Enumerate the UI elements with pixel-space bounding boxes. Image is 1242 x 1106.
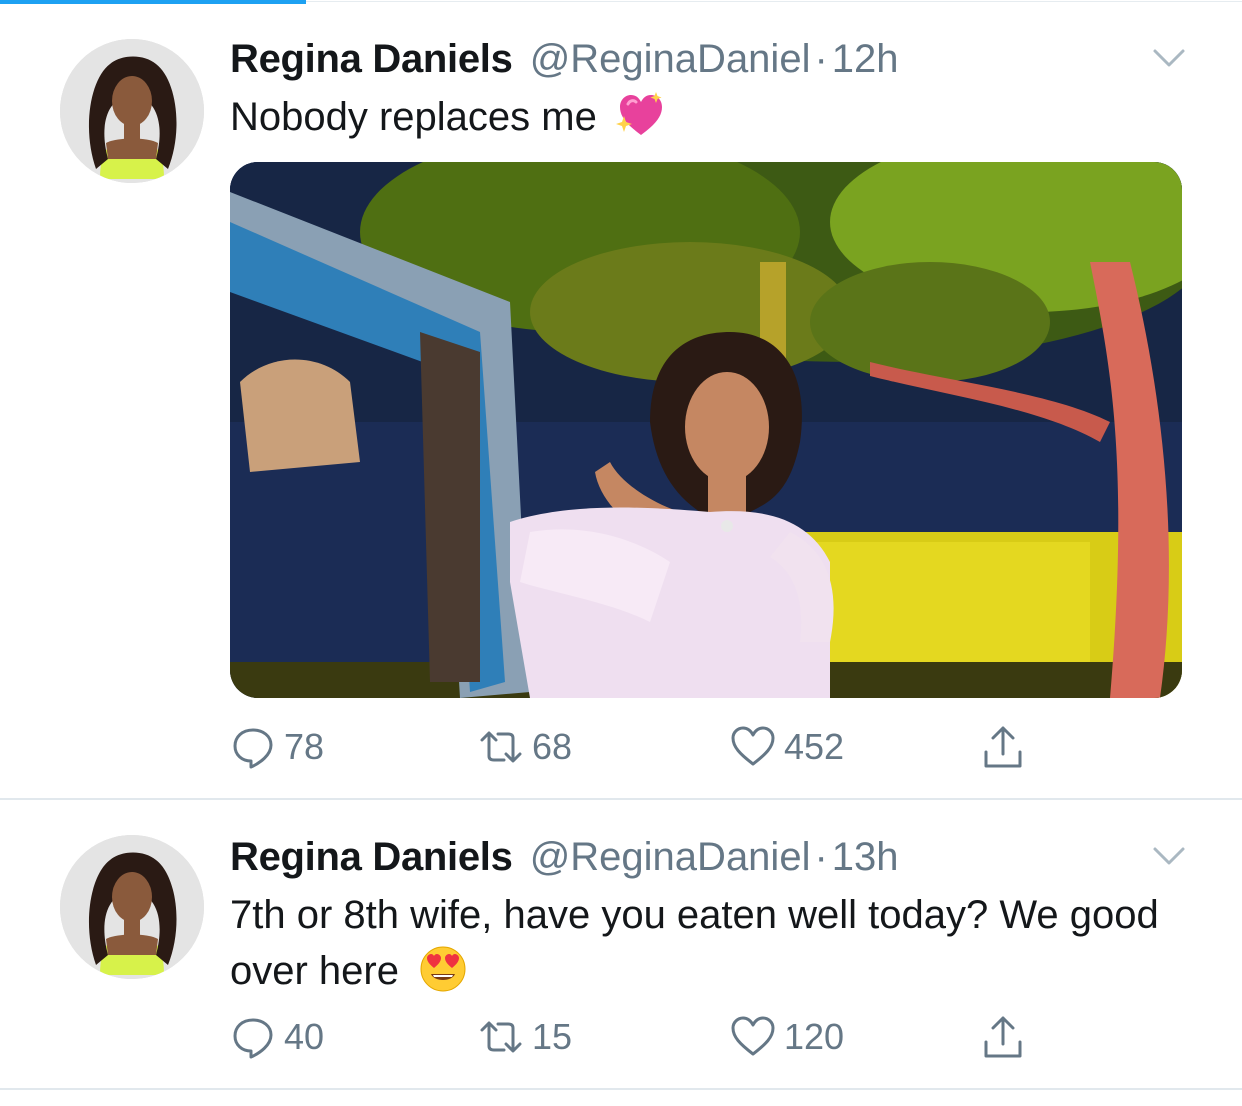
reply-icon — [233, 728, 273, 769]
reply-button[interactable]: 40 — [230, 1012, 324, 1062]
like-count: 452 — [784, 726, 845, 767]
separator-dot: · — [814, 835, 828, 879]
heart-eyes-icon — [420, 946, 466, 992]
retweet-button[interactable]: 68 — [478, 722, 572, 772]
tweet-text: 7th or 8th wife, have you eaten well tod… — [230, 887, 1160, 999]
display-name[interactable]: Regina Daniels — [230, 835, 513, 879]
tweet-text: Nobody replaces me — [230, 89, 1190, 145]
heart-icon — [731, 726, 775, 766]
tweet-header: Regina Daniels @ReginaDaniel · 12h — [230, 34, 899, 84]
avatar[interactable] — [60, 39, 204, 183]
share-icon — [984, 726, 1022, 768]
tweet-actions: 78 68 452 — [230, 722, 1050, 772]
retweet-icon — [480, 731, 522, 763]
retweet-icon — [480, 1021, 522, 1053]
separator-dot: · — [814, 37, 828, 81]
like-button[interactable]: 120 — [730, 1012, 844, 1062]
heart-icon — [731, 1016, 775, 1056]
timestamp[interactable]: 12h — [832, 37, 899, 81]
display-name[interactable]: Regina Daniels — [230, 37, 513, 81]
tweet[interactable]: Regina Daniels @ReginaDaniel · 12h Nobody … — [0, 4, 1242, 800]
like-count: 120 — [784, 1016, 845, 1057]
chevron-down-icon[interactable] — [1152, 844, 1186, 868]
share-button[interactable] — [980, 1012, 1034, 1062]
tweet[interactable]: Regina Daniels @ReginaDaniel · 13h 7th or … — [0, 802, 1242, 1090]
share-icon — [984, 1016, 1022, 1058]
tweet-text-content: 7th or 8th wife, have you eaten well tod… — [230, 893, 1159, 993]
like-button[interactable]: 452 — [730, 722, 844, 772]
timestamp[interactable]: 13h — [832, 835, 899, 879]
reply-button[interactable]: 78 — [230, 722, 324, 772]
share-button[interactable] — [980, 722, 1034, 772]
tweet-photo[interactable] — [230, 162, 1182, 698]
retweet-count: 68 — [532, 726, 573, 767]
top-divider — [306, 1, 1242, 2]
reply-icon — [233, 1018, 273, 1059]
photo-content — [230, 162, 1182, 698]
avatar[interactable] — [60, 835, 204, 979]
reply-count: 40 — [284, 1016, 325, 1057]
chevron-down-icon[interactable] — [1152, 46, 1186, 70]
tweet-header: Regina Daniels @ReginaDaniel · 13h — [230, 832, 899, 882]
reply-count: 78 — [284, 726, 325, 767]
avatar-image — [60, 835, 204, 979]
tweet-text-content: Nobody replaces me — [230, 95, 597, 139]
handle[interactable]: @ReginaDaniel — [530, 835, 811, 879]
retweet-count: 15 — [532, 1016, 573, 1057]
avatar-image — [60, 39, 204, 183]
handle[interactable]: @ReginaDaniel — [530, 37, 811, 81]
tweet-actions: 40 15 120 — [230, 1012, 1050, 1062]
retweet-button[interactable]: 15 — [478, 1012, 572, 1062]
sparkling-heart-icon — [615, 92, 662, 135]
